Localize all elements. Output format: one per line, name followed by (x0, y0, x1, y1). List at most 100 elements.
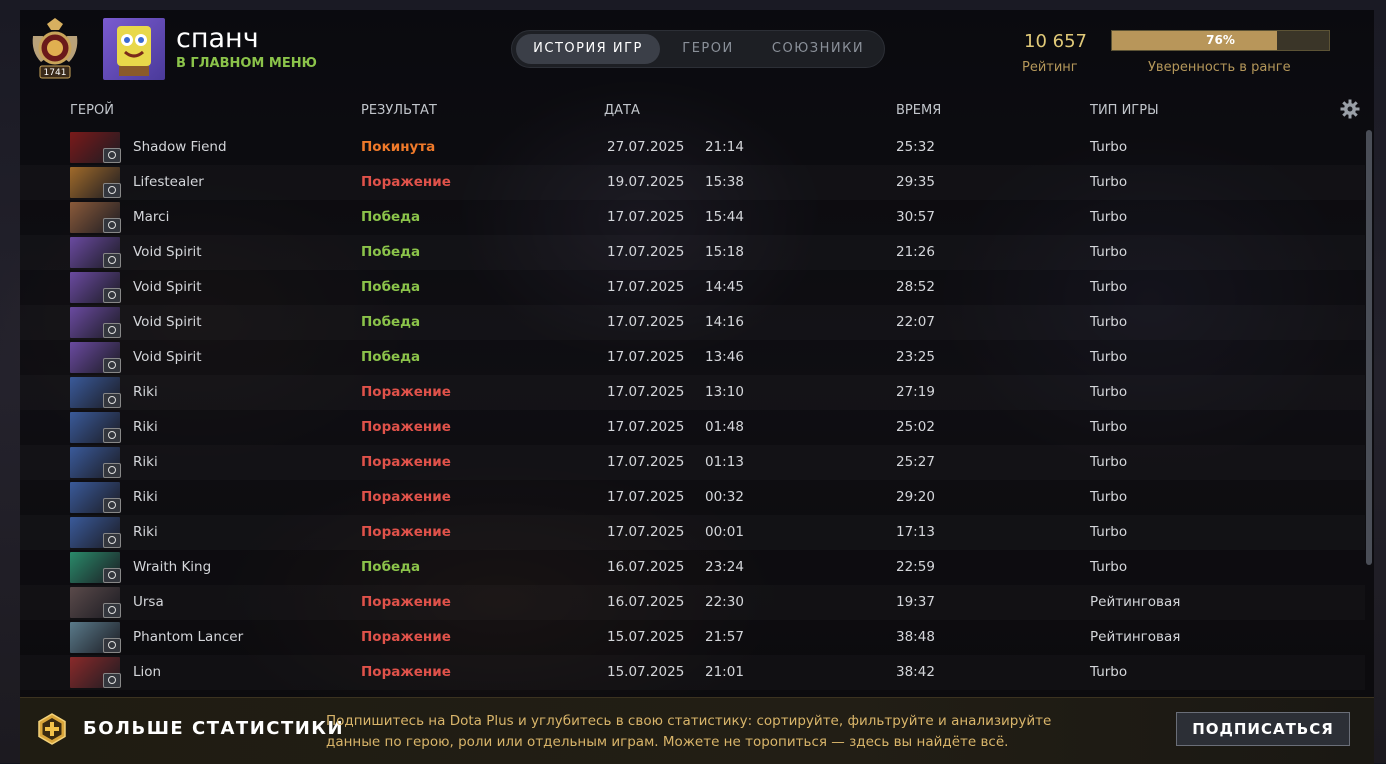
role-badge-icon (103, 463, 121, 478)
column-header-date[interactable]: ДАТА (604, 103, 640, 118)
player-name: спанч (176, 23, 259, 54)
match-date: 17.07.2025 (607, 384, 685, 400)
hero-name: Riki (133, 489, 158, 505)
player-status: В ГЛАВНОМ МЕНЮ (176, 56, 317, 71)
match-row[interactable]: Wraith King Победа 16.07.2025 23:24 22:59 Tur… (20, 550, 1365, 585)
match-date: 17.07.2025 (607, 279, 685, 295)
tab-match-history[interactable]: ИСТОРИЯ ИГР (516, 34, 660, 64)
match-row[interactable]: Lifestealer Поражение 19.07.2025 15:38 29:35… (20, 165, 1365, 200)
column-header-hero[interactable]: ГЕРОЙ (70, 103, 114, 118)
match-start-time: 22:30 (705, 594, 744, 610)
match-row[interactable]: Ursa Поражение 16.07.2025 22:30 19:37 Рейтинг… (20, 585, 1365, 620)
match-date: 17.07.2025 (607, 349, 685, 365)
match-start-time: 13:10 (705, 384, 744, 400)
game-type: Turbo (1090, 384, 1128, 400)
medal-number: 1741 (44, 68, 67, 78)
match-start-time: 15:38 (705, 174, 744, 190)
role-badge-icon (103, 393, 121, 408)
avatar[interactable] (103, 18, 165, 80)
game-type: Turbo (1090, 209, 1128, 225)
match-result: Поражение (361, 524, 451, 540)
match-result: Поражение (361, 629, 451, 645)
game-type: Turbo (1090, 454, 1128, 470)
role-badge-icon (103, 323, 121, 338)
match-date: 27.07.2025 (607, 139, 685, 155)
hero-name: Phantom Lancer (133, 629, 244, 645)
game-type: Turbo (1090, 279, 1128, 295)
game-type: Turbo (1090, 174, 1128, 190)
match-duration: 25:27 (896, 454, 935, 470)
hero-name: Lifestealer (133, 174, 204, 190)
match-duration: 38:48 (896, 629, 935, 645)
match-row[interactable]: Lion Поражение 15.07.2025 21:01 38:42 Turbo (20, 655, 1365, 690)
tab-heroes[interactable]: ГЕРОИ (664, 34, 752, 64)
gear-icon[interactable] (1340, 99, 1360, 119)
game-type: Рейтинговая (1090, 629, 1181, 645)
match-duration: 29:35 (896, 174, 935, 190)
tab-bar: ИСТОРИЯ ИГР ГЕРОИ СОЮЗНИКИ (511, 30, 885, 68)
match-date: 17.07.2025 (607, 489, 685, 505)
game-type: Turbo (1090, 314, 1128, 330)
match-start-time: 00:01 (705, 524, 744, 540)
hero-name: Riki (133, 384, 158, 400)
match-date: 15.07.2025 (607, 629, 685, 645)
role-badge-icon (103, 673, 121, 688)
role-badge-icon (103, 603, 121, 618)
rank-medal-icon[interactable]: 1741 (29, 16, 81, 80)
game-type: Рейтинговая (1090, 594, 1181, 610)
match-result: Поражение (361, 594, 451, 610)
match-row[interactable]: Riki Поражение 17.07.2025 13:10 27:19 Turbo (20, 375, 1365, 410)
match-row[interactable]: Void Spirit Победа 17.07.2025 14:45 28:52 Tur… (20, 270, 1365, 305)
match-start-time: 01:48 (705, 419, 744, 435)
role-badge-icon (103, 568, 121, 583)
rank-confidence-text: 76% (1206, 33, 1235, 47)
match-duration: 17:13 (896, 524, 935, 540)
match-row[interactable]: Riki Поражение 17.07.2025 01:48 25:02 Turbo (20, 410, 1365, 445)
rating-value: 10 657 (1024, 31, 1087, 52)
match-row[interactable]: Shadow Fiend Покинута 27.07.2025 21:14 25:32… (20, 130, 1365, 165)
rank-confidence-label: Уверенность в ранге (1148, 60, 1291, 75)
match-start-time: 15:44 (705, 209, 744, 225)
rank-confidence-bar: 76% (1111, 30, 1330, 51)
subscribe-button[interactable]: ПОДПИСАТЬСЯ (1176, 712, 1350, 746)
column-header-duration[interactable]: ВРЕМЯ (896, 103, 941, 118)
column-header-result[interactable]: РЕЗУЛЬТАТ (361, 103, 437, 118)
match-start-time: 01:13 (705, 454, 744, 470)
match-date: 16.07.2025 (607, 594, 685, 610)
tab-allies[interactable]: СОЮЗНИКИ (756, 34, 880, 64)
match-start-time: 21:14 (705, 139, 744, 155)
footer-text: Подпишитесь на Dota Plus и углубитесь в … (326, 713, 1052, 750)
match-result: Победа (361, 314, 421, 330)
match-duration: 27:19 (896, 384, 935, 400)
column-header-type[interactable]: ТИП ИГРЫ (1090, 103, 1159, 118)
match-duration: 38:42 (896, 664, 935, 680)
match-duration: 22:59 (896, 559, 935, 575)
match-start-time: 14:16 (705, 314, 744, 330)
hero-name: Void Spirit (133, 349, 202, 365)
match-row[interactable]: Riki Поражение 17.07.2025 00:01 17:13 Turbo (20, 515, 1365, 550)
role-badge-icon (103, 288, 121, 303)
match-row[interactable]: Marci Победа 17.07.2025 15:44 30:57 Turbo (20, 200, 1365, 235)
hero-name: Marci (133, 209, 170, 225)
match-date: 16.07.2025 (607, 559, 685, 575)
game-type: Turbo (1090, 559, 1128, 575)
match-result: Поражение (361, 384, 451, 400)
match-row[interactable]: Riki Поражение 17.07.2025 01:13 25:27 Turbo (20, 445, 1365, 480)
game-type: Turbo (1090, 244, 1128, 260)
match-start-time: 21:57 (705, 629, 744, 645)
game-type: Turbo (1090, 419, 1128, 435)
match-row[interactable]: Void Spirit Победа 17.07.2025 15:18 21:26 Tur… (20, 235, 1365, 270)
role-badge-icon (103, 428, 121, 443)
hero-name: Riki (133, 454, 158, 470)
match-start-time: 15:18 (705, 244, 744, 260)
match-row[interactable]: Riki Поражение 17.07.2025 00:32 29:20 Turbo (20, 480, 1365, 515)
match-duration: 23:25 (896, 349, 935, 365)
match-row[interactable]: Void Spirit Победа 17.07.2025 13:46 23:25 Tur… (20, 340, 1365, 375)
match-date: 17.07.2025 (607, 524, 685, 540)
scrollbar[interactable] (1366, 130, 1372, 565)
footer-title: БОЛЬШЕ СТАТИСТИКИ (83, 718, 345, 739)
match-duration: 19:37 (896, 594, 935, 610)
match-row[interactable]: Void Spirit Победа 17.07.2025 14:16 22:07 Tur… (20, 305, 1365, 340)
match-duration: 25:02 (896, 419, 935, 435)
match-row[interactable]: Phantom Lancer Поражение 15.07.2025 21:57 38… (20, 620, 1365, 655)
